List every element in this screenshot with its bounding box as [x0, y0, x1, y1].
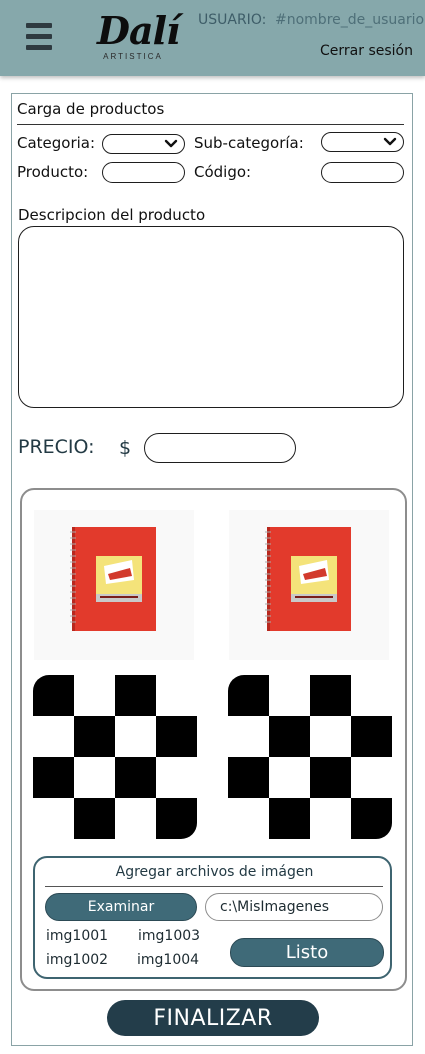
- browse-button[interactable]: Examinar: [45, 893, 197, 921]
- top-header: Dalí ARTISTICA USUARIO: #nombre_de_usuar…: [0, 0, 425, 76]
- category-label: Categoria:: [17, 134, 96, 152]
- hamburger-menu-icon[interactable]: [26, 23, 52, 53]
- upload-panel: Agregar archivos de imágen Examinar img1…: [33, 856, 392, 979]
- file-item[interactable]: img1002: [46, 952, 108, 968]
- description-textarea[interactable]: [18, 226, 404, 408]
- chevron-down-icon: [164, 139, 178, 148]
- chevron-down-icon: [383, 137, 397, 146]
- upload-divider: [45, 886, 383, 887]
- done-button[interactable]: Listo: [230, 938, 384, 967]
- subcategory-label: Sub-categoría:: [194, 134, 304, 152]
- logout-link[interactable]: Cerrar sesión: [320, 43, 413, 59]
- code-label: Código:: [194, 163, 252, 181]
- file-item[interactable]: img1003: [138, 928, 200, 944]
- path-input[interactable]: [205, 893, 383, 921]
- logo-text: Dalí: [97, 8, 180, 53]
- logo[interactable]: Dalí ARTISTICA: [97, 8, 180, 68]
- placeholder-image[interactable]: [33, 675, 197, 839]
- form-title: Carga de productos: [17, 100, 165, 118]
- upload-title: Agregar archivos de imágen: [115, 864, 314, 880]
- product-label: Producto:: [17, 163, 89, 181]
- logo-subtext: ARTISTICA: [103, 52, 163, 61]
- product-input[interactable]: [102, 162, 185, 183]
- price-label: PRECIO:: [18, 436, 95, 458]
- user-label: USUARIO:: [198, 12, 267, 28]
- file-item[interactable]: img1001: [46, 928, 108, 944]
- description-label: Descripcion del producto: [18, 206, 206, 224]
- placeholder-image[interactable]: [228, 675, 392, 839]
- file-item[interactable]: img1004: [137, 952, 199, 968]
- notebook-image[interactable]: [34, 510, 194, 660]
- price-input[interactable]: [144, 433, 296, 463]
- notebook-image[interactable]: [229, 510, 389, 660]
- code-input[interactable]: [321, 162, 404, 183]
- currency-symbol: $: [119, 437, 132, 459]
- title-divider: [17, 124, 404, 125]
- subcategory-select[interactable]: [321, 132, 404, 152]
- finish-button[interactable]: FINALIZAR: [107, 1000, 319, 1036]
- category-select[interactable]: [102, 134, 185, 154]
- user-name: #nombre_de_usuario: [275, 12, 425, 28]
